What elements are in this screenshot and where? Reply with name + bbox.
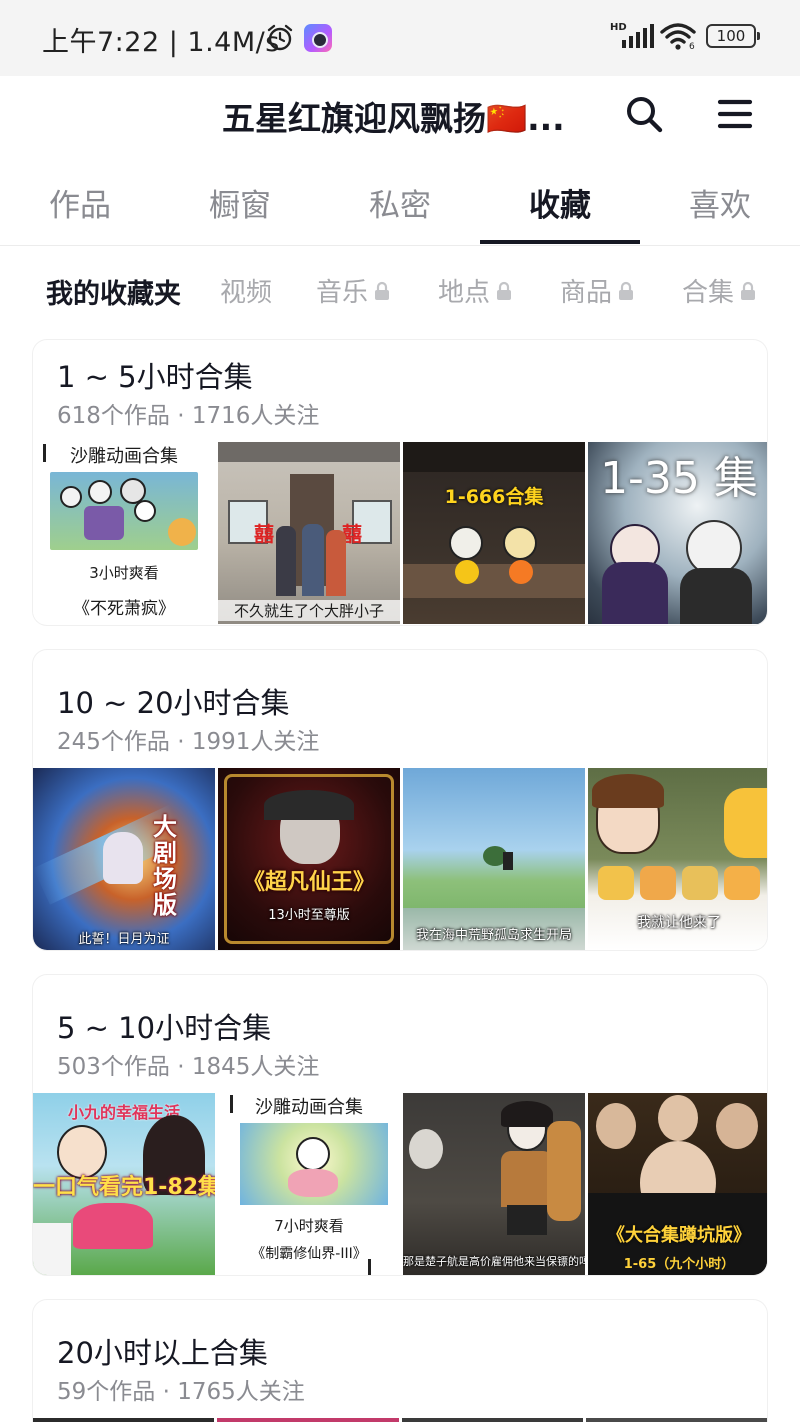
video-thumbnail[interactable]: 《超凡仙王》 13小时至尊版 — [218, 768, 400, 950]
double-happiness-icon: 囍 — [254, 522, 274, 546]
search-icon[interactable] — [622, 92, 666, 136]
wifi-icon: 6 — [660, 23, 696, 50]
thumb-top-caption: 沙雕动画合集 — [255, 1097, 363, 1118]
thumb-caption: 我在海中荒野孤岛求生开局 — [415, 928, 572, 943]
subtab-collections[interactable]: 合集 — [682, 272, 756, 309]
thumb-sub-caption: 13小时至尊版 — [268, 908, 350, 923]
battery-icon: 100 — [706, 24, 760, 48]
collection-meta: 245个作品 · 1991人关注 — [57, 729, 320, 755]
tab-showcase[interactable]: 橱窗 — [160, 168, 320, 246]
lock-icon — [741, 281, 756, 300]
cartoon-image — [50, 472, 198, 550]
thumb-sub-caption: 1-65（九个小时） — [623, 1257, 735, 1272]
active-tab-indicator — [480, 240, 640, 244]
subtab-my-folders[interactable]: 我的收藏夹 — [46, 272, 181, 311]
subtab-label: 地点 — [438, 278, 491, 308]
video-thumbnail[interactable]: 大剧场版 此誓！日月为证 — [33, 768, 215, 950]
thumb-mid-caption: 7小时爽看 — [274, 1217, 344, 1235]
collection-title: 10 ~ 20小时合集 — [57, 686, 290, 720]
collection-card[interactable]: 10 ~ 20小时合集 245个作品 · 1991人关注 大剧场版 此誓！日月为… — [33, 650, 767, 950]
profile-tabs: 作品 橱窗 私密 收藏 喜欢 — [0, 168, 800, 246]
collection-card[interactable]: 1 ~ 5小时合集 618个作品 · 1716人关注 沙雕动画合集 3小时爽看 … — [33, 340, 767, 625]
video-thumbnail[interactable] — [217, 1418, 399, 1422]
app-notification-icon — [304, 24, 332, 52]
status-time-speed: 上午7:22 | 1.4M/s — [42, 27, 280, 58]
collection-thumbnails: 沙雕动画合集 3小时爽看 《不死萧疯》 囍 囍 不久就生了个大胖小子 1-666… — [33, 442, 767, 624]
thumb-caption: 《大合集蹲坑版》 — [607, 1225, 751, 1246]
lock-icon — [619, 281, 634, 300]
video-thumbnail[interactable]: 我就让他来了 — [588, 768, 767, 950]
video-thumbnail[interactable]: 小九的幸福生活 一口气看完1-82集 — [33, 1093, 215, 1275]
collection-title: 1 ~ 5小时合集 — [57, 360, 253, 394]
video-thumbnail[interactable]: 沙雕动画合集 7小时爽看 《制霸修仙界-III》 — [218, 1093, 400, 1275]
collection-thumbnails — [33, 1418, 767, 1422]
collection-thumbnails: 大剧场版 此誓！日月为证 《超凡仙王》 13小时至尊版 我在海中荒野孤岛求生开局… — [33, 768, 767, 950]
subtab-videos[interactable]: 视频 — [220, 272, 272, 309]
video-thumbnail[interactable] — [33, 1418, 215, 1422]
lock-icon — [375, 281, 390, 300]
subtab-music[interactable]: 音乐 — [316, 272, 390, 309]
collection-meta: 59个作品 · 1765人关注 — [57, 1379, 305, 1405]
video-thumbnail[interactable]: 1-666合集 — [403, 442, 585, 624]
thumb-top-caption: 沙雕动画合集 — [70, 446, 178, 467]
collection-title: 20小时以上合集 — [57, 1336, 268, 1370]
subtab-label: 视频 — [220, 278, 273, 308]
thumb-bottom-caption: 《不死萧疯》 — [73, 599, 175, 619]
cell-signal-icon: HD — [610, 22, 654, 50]
collection-meta: 618个作品 · 1716人关注 — [57, 403, 320, 429]
subtab-label: 合集 — [682, 278, 735, 308]
lock-icon — [497, 281, 512, 300]
thumb-sub-caption: 此誓！日月为证 — [78, 932, 170, 947]
thumb-caption: 《超凡仙王》 — [242, 870, 375, 895]
subtab-label: 商品 — [560, 278, 613, 308]
thumb-caption: 1-35 集 — [600, 453, 758, 504]
collection-card[interactable]: 20小时以上合集 59个作品 · 1765人关注 — [33, 1300, 767, 1422]
thumb-bottom-caption: 《制霸修仙界-III》 — [251, 1246, 367, 1262]
subtab-places[interactable]: 地点 — [438, 272, 512, 309]
video-thumbnail[interactable]: 我在海中荒野孤岛求生开局 — [403, 768, 585, 950]
tab-private[interactable]: 私密 — [320, 168, 480, 246]
thumb-caption: 大剧场版 — [153, 813, 177, 919]
video-thumbnail[interactable] — [401, 1418, 583, 1422]
status-bar: 上午7:22 | 1.4M/s HD 6 100 — [0, 0, 800, 76]
thumb-caption: 我就让他来了 — [637, 915, 721, 931]
page-title: 五星红旗迎风飘扬🇨🇳... — [222, 99, 565, 138]
thumb-caption: 一口气看完1-82集 — [33, 1175, 215, 1200]
favorites-subtabs: 我的收藏夹 视频 音乐 地点 商品 合集 — [0, 262, 800, 322]
collection-card[interactable]: 5 ~ 10小时合集 503个作品 · 1845人关注 小九的幸福生活 一口气看… — [33, 975, 767, 1275]
video-thumbnail[interactable]: 沙雕动画合集 3小时爽看 《不死萧疯》 — [33, 442, 215, 624]
subtab-products[interactable]: 商品 — [560, 272, 634, 309]
subtab-label: 音乐 — [316, 278, 369, 308]
collection-meta: 503个作品 · 1845人关注 — [57, 1054, 320, 1080]
profile-header: 五星红旗迎风飘扬🇨🇳... — [0, 76, 800, 160]
tab-likes[interactable]: 喜欢 — [640, 168, 800, 246]
video-thumbnail[interactable]: 囍 囍 不久就生了个大胖小子 — [218, 442, 400, 624]
wifi-6-label: 6 — [689, 42, 695, 50]
tab-favorites[interactable]: 收藏 — [480, 168, 640, 246]
battery-level: 100 — [716, 27, 746, 45]
thumb-caption: 那是楚子航是高价雇佣他来当保镖的吗 — [403, 1255, 585, 1268]
subtab-label: 我的收藏夹 — [46, 279, 181, 310]
collection-thumbnails: 小九的幸福生活 一口气看完1-82集 沙雕动画合集 7小时爽看 《制霸修仙界-I… — [33, 1093, 767, 1275]
video-thumbnail[interactable]: 《大合集蹲坑版》 1-65（九个小时） — [588, 1093, 767, 1275]
cartoon-image — [240, 1123, 388, 1205]
thumb-mid-caption: 3小时爽看 — [89, 564, 159, 582]
video-thumbnail[interactable]: 那是楚子航是高价雇佣他来当保镖的吗 — [403, 1093, 585, 1275]
video-thumbnail[interactable] — [585, 1418, 767, 1422]
collection-title: 5 ~ 10小时合集 — [57, 1011, 272, 1045]
tab-works[interactable]: 作品 — [0, 168, 160, 246]
thumb-caption: 1-666合集 — [444, 486, 544, 508]
menu-icon[interactable] — [712, 92, 756, 136]
thumb-caption: 不久就生了个大胖小子 — [218, 600, 400, 621]
clock: 上午7:22 — [42, 27, 160, 58]
video-thumbnail[interactable]: 1-35 集 — [588, 442, 767, 624]
alarm-icon — [267, 24, 293, 51]
